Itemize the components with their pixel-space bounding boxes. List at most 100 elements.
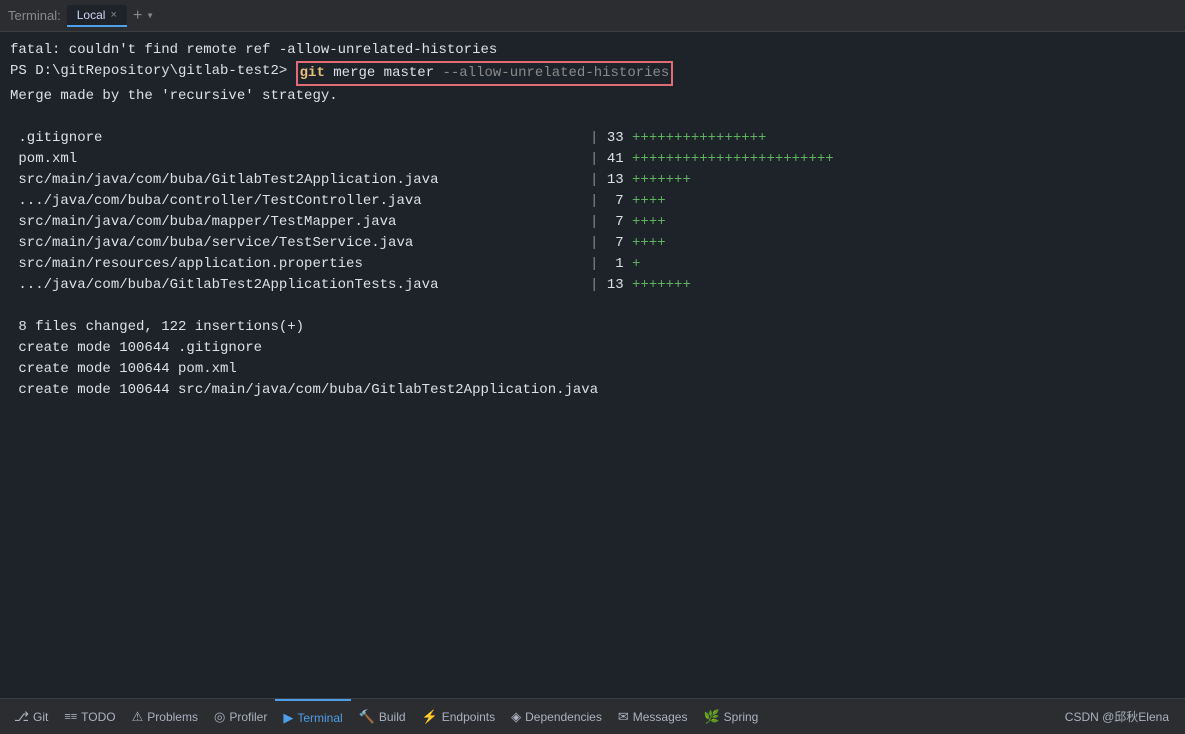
- terminal-summary: 8 files changed, 122 insertions(+): [10, 317, 1175, 338]
- messages-label: Messages: [633, 710, 688, 724]
- statusbar: ⎇ Git ≡≡ TODO ⚠ Problems ◎ Profiler ▶ Te…: [0, 698, 1185, 734]
- pipe: |: [590, 128, 607, 149]
- diff-line-appprops: src/main/resources/application.propertie…: [10, 254, 1175, 275]
- fatal-text: fatal: couldn't find remote ref -allow-u…: [10, 40, 497, 61]
- diff-file: src/main/resources/application.propertie…: [10, 254, 590, 275]
- terminal-create3: create mode 100644 src/main/java/com/bub…: [10, 380, 1175, 401]
- diff-line-pom: pom.xml| 41 ++++++++++++++++++++++++: [10, 149, 1175, 170]
- messages-icon: ✉: [618, 709, 629, 725]
- terminal-line-prompt: PS D:\gitRepository\gitlab-test2> git me…: [10, 61, 1175, 86]
- dependencies-status[interactable]: ◈ Dependencies: [503, 699, 610, 734]
- diff-line-testmapper: src/main/java/com/buba/mapper/TestMapper…: [10, 212, 1175, 233]
- pipe: |: [590, 275, 607, 296]
- pipe: |: [590, 212, 615, 233]
- diff-num: 13: [607, 170, 632, 191]
- git-icon: ⎇: [14, 709, 29, 725]
- diff-num: 33: [607, 128, 632, 149]
- add-tab-button[interactable]: +: [133, 7, 143, 25]
- diff-file: .../java/com/buba/GitlabTest2Application…: [10, 275, 590, 296]
- tab-dropdown-icon[interactable]: ▾: [146, 8, 153, 23]
- terminal-label: Terminal:: [8, 8, 61, 23]
- pipe: |: [590, 233, 615, 254]
- create-text-3: create mode 100644 src/main/java/com/bub…: [10, 380, 598, 401]
- build-status[interactable]: 🔨 Build: [351, 699, 414, 734]
- problems-label: Problems: [147, 710, 198, 724]
- diff-num: 41: [607, 149, 632, 170]
- spring-icon: 🌿: [703, 709, 719, 725]
- profiler-label: Profiler: [229, 710, 267, 724]
- status-right: CSDN @邱秋Elena: [1065, 708, 1179, 725]
- terminal-status[interactable]: ▶ Terminal: [275, 699, 350, 734]
- terminal-line-fatal: fatal: couldn't find remote ref -allow-u…: [10, 40, 1175, 61]
- diff-file: src/main/java/com/buba/GitlabTest2Applic…: [10, 170, 590, 191]
- diff-plusses: +: [632, 254, 640, 275]
- terminal-line-blank1: [10, 107, 1175, 128]
- diff-plusses: ++++: [632, 191, 666, 212]
- create-text-1: create mode 100644 .gitignore: [10, 338, 262, 359]
- pipe: |: [590, 254, 615, 275]
- diff-plusses: ++++: [632, 212, 666, 233]
- diff-file: pom.xml: [10, 149, 590, 170]
- diff-file: .gitignore: [10, 128, 590, 149]
- messages-status[interactable]: ✉ Messages: [610, 699, 696, 734]
- build-icon: 🔨: [359, 709, 375, 725]
- diff-plusses: ++++++++++++++++: [632, 128, 766, 149]
- merge-text: Merge made by the 'recursive' strategy.: [10, 86, 338, 107]
- terminal-label-status: Terminal: [297, 711, 342, 725]
- pipe: |: [590, 170, 607, 191]
- diff-plusses: +++++++: [632, 170, 691, 191]
- diff-num: 7: [615, 191, 632, 212]
- todo-status[interactable]: ≡≡ TODO: [56, 699, 123, 734]
- diff-file: src/main/java/com/buba/mapper/TestMapper…: [10, 212, 590, 233]
- diff-line-testcontroller: .../java/com/buba/controller/TestControl…: [10, 191, 1175, 212]
- git-label: Git: [33, 710, 48, 724]
- terminal-create2: create mode 100644 pom.xml: [10, 359, 1175, 380]
- spring-status[interactable]: 🌿 Spring: [695, 699, 766, 734]
- endpoints-label: Endpoints: [442, 710, 495, 724]
- diff-file: src/main/java/com/buba/service/TestServi…: [10, 233, 590, 254]
- profiler-status[interactable]: ◎ Profiler: [206, 699, 275, 734]
- dependencies-icon: ◈: [511, 709, 521, 725]
- diff-file: .../java/com/buba/controller/TestControl…: [10, 191, 590, 212]
- cmd-git: git: [300, 65, 325, 81]
- prompt-text: PS D:\gitRepository\gitlab-test2>: [10, 61, 296, 86]
- profiler-icon: ◎: [214, 709, 225, 725]
- pipe: |: [590, 191, 615, 212]
- diff-line-testservice: src/main/java/com/buba/service/TestServi…: [10, 233, 1175, 254]
- terminal-icon: ▶: [283, 710, 293, 726]
- diff-plusses: ++++++++++++++++++++++++: [632, 149, 834, 170]
- diff-num: 7: [615, 212, 632, 233]
- cmd-rest: merge master: [325, 65, 434, 81]
- build-label: Build: [379, 710, 406, 724]
- diff-line-gitlabapp: src/main/java/com/buba/GitlabTest2Applic…: [10, 170, 1175, 191]
- dependencies-label: Dependencies: [525, 710, 602, 724]
- todo-label: TODO: [81, 710, 115, 724]
- problems-icon: ⚠: [132, 709, 144, 725]
- diff-num: 13: [607, 275, 632, 296]
- terminal-tabbar: Terminal: Local × + ▾: [0, 0, 1185, 32]
- author-text: CSDN @邱秋Elena: [1065, 708, 1169, 725]
- todo-icon: ≡≡: [64, 711, 77, 723]
- diff-num: 1: [615, 254, 632, 275]
- terminal-create1: create mode 100644 .gitignore: [10, 338, 1175, 359]
- close-tab-icon[interactable]: ×: [110, 9, 116, 21]
- endpoints-status[interactable]: ⚡ Endpoints: [414, 699, 504, 734]
- pipe: |: [590, 149, 607, 170]
- diff-line-gitignore: .gitignore| 33 ++++++++++++++++: [10, 128, 1175, 149]
- terminal-line-merge: Merge made by the 'recursive' strategy.: [10, 86, 1175, 107]
- git-status[interactable]: ⎇ Git: [6, 699, 56, 734]
- diff-plusses: +++++++: [632, 275, 691, 296]
- spring-label: Spring: [724, 710, 759, 724]
- diff-line-gitlabapptests: .../java/com/buba/GitlabTest2Application…: [10, 275, 1175, 296]
- cmd-tail: --allow-unrelated-histories: [434, 65, 669, 81]
- diff-plusses: ++++: [632, 233, 666, 254]
- summary-text: 8 files changed, 122 insertions(+): [10, 317, 304, 338]
- create-text-2: create mode 100644 pom.xml: [10, 359, 237, 380]
- terminal-tab-local[interactable]: Local ×: [67, 5, 127, 27]
- diff-num: 7: [615, 233, 632, 254]
- highlighted-command: git merge master --allow-unrelated-histo…: [296, 61, 674, 86]
- tab-name: Local: [77, 8, 106, 22]
- terminal-content: fatal: couldn't find remote ref -allow-u…: [0, 32, 1185, 698]
- problems-status[interactable]: ⚠ Problems: [124, 699, 206, 734]
- terminal-line-blank2: [10, 296, 1175, 317]
